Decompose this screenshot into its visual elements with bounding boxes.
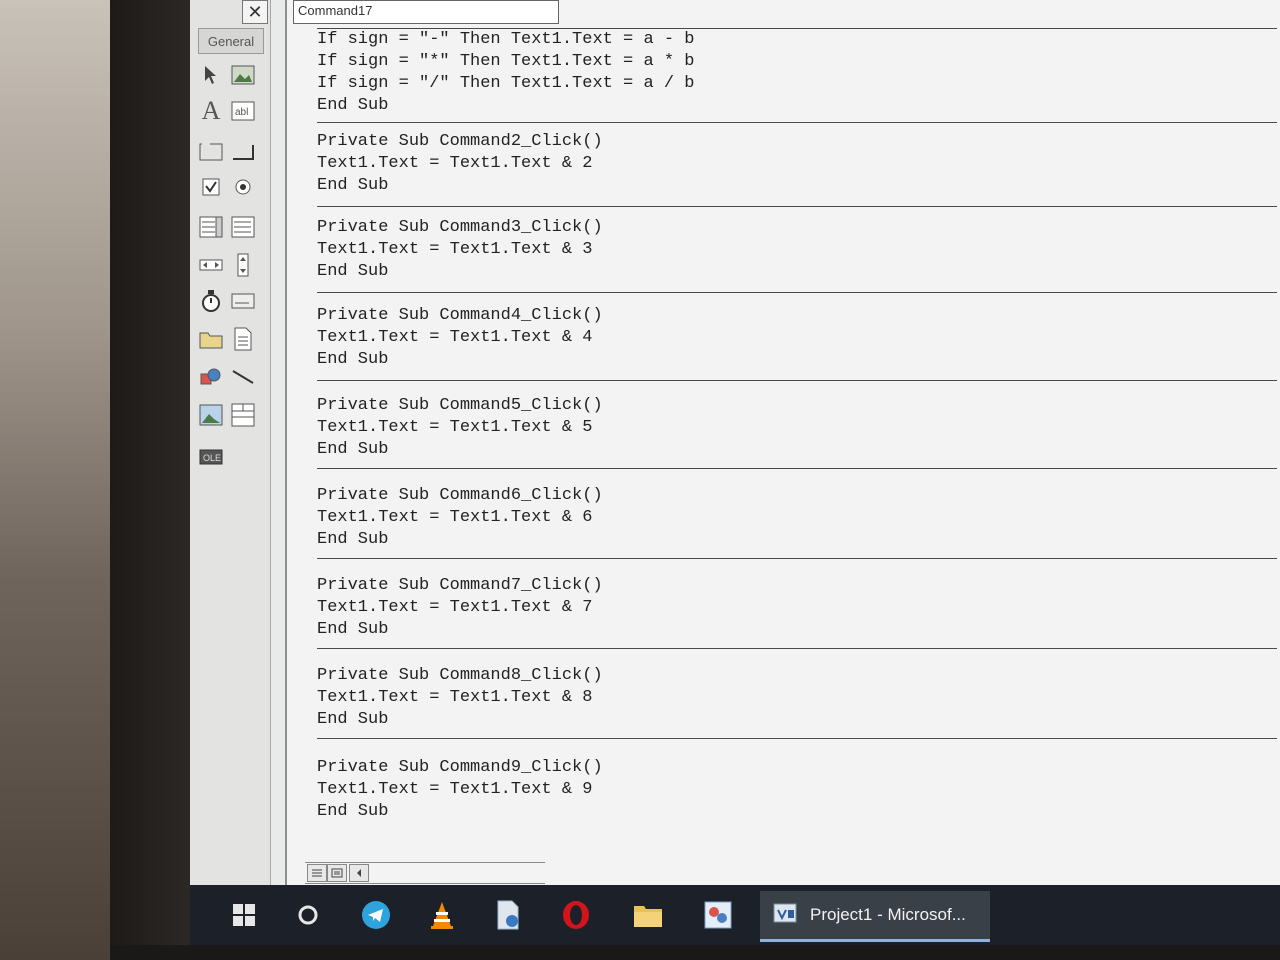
code-line: Private Sub Command6_Click() (317, 486, 603, 505)
procedure-block: Private Sub Command9_Click() Text1.Text … (317, 738, 1277, 823)
procedure-block: Private Sub Command4_Click() Text1.Text … (317, 292, 1277, 371)
monitor-bezel (110, 0, 190, 960)
timer-icon[interactable] (198, 288, 224, 314)
combobox-icon[interactable] (198, 214, 224, 240)
code-line: Private Sub Command9_Click() (317, 758, 603, 777)
drivelistbox-icon[interactable] (230, 288, 256, 314)
windows-start-icon[interactable] (228, 899, 260, 931)
code-line: Private Sub Command7_Click() (317, 576, 603, 595)
filelistbox-icon[interactable] (230, 326, 256, 352)
vscrollbar-icon[interactable] (230, 252, 256, 278)
toolbox-close-button[interactable]: ✕ (242, 0, 268, 24)
toolbox-tab-general[interactable]: General (198, 28, 264, 54)
code-line: Private Sub Command4_Click() (317, 306, 603, 325)
picturebox-icon[interactable] (230, 62, 256, 88)
procedure-block: Private Sub Command6_Click() Text1.Text … (317, 468, 1277, 551)
photo-background (0, 0, 110, 960)
checkbox-icon[interactable] (198, 174, 224, 200)
code-editor[interactable]: Command17 If sign = "-" Then Text1.Text … (285, 0, 1280, 885)
taskbar-active-app-label: Project1 - Microsof... (810, 905, 966, 924)
taskbar-project1-button[interactable]: Project1 - Microsof... (760, 891, 990, 942)
code-line: End Sub (317, 710, 389, 729)
object-combo[interactable]: Command17 (293, 0, 559, 24)
data-icon[interactable] (230, 402, 256, 428)
code-line: Private Sub Command3_Click() (317, 218, 603, 237)
procedure-view-button[interactable] (307, 864, 327, 882)
vlc-icon[interactable] (426, 899, 458, 931)
textbox-icon[interactable]: abl (230, 98, 256, 124)
code-line: Text1.Text = Text1.Text & 5 (317, 418, 593, 437)
procedure-block: Private Sub Command8_Click() Text1.Text … (317, 648, 1277, 731)
procedure-block: If sign = "-" Then Text1.Text = a - b If… (317, 28, 1277, 117)
code-line: Text1.Text = Text1.Text & 4 (317, 328, 593, 347)
code-line: End Sub (317, 802, 389, 821)
procedure-block: Private Sub Command2_Click() Text1.Text … (317, 122, 1277, 197)
cortana-icon[interactable] (292, 899, 324, 931)
code-line: Private Sub Command2_Click() (317, 132, 603, 151)
commandbutton-icon[interactable] (230, 138, 256, 164)
code-line: End Sub (317, 620, 389, 639)
telegram-icon[interactable] (360, 899, 392, 931)
code-line: End Sub (317, 530, 389, 549)
svg-text:abl: abl (235, 107, 248, 118)
shape-icon[interactable] (198, 364, 224, 390)
procedure-block: Private Sub Command5_Click() Text1.Text … (317, 380, 1277, 461)
label-icon[interactable]: A (198, 96, 224, 125)
ole-icon[interactable]: OLE (198, 444, 224, 470)
code-line: Text1.Text = Text1.Text & 7 (317, 598, 593, 617)
code-line: Text1.Text = Text1.Text & 6 (317, 508, 593, 527)
code-line: If sign = "/" Then Text1.Text = a / b (317, 74, 695, 93)
code-line: End Sub (317, 176, 389, 195)
svg-text:OLE: OLE (203, 453, 221, 463)
code-line: Text1.Text = Text1.Text & 3 (317, 240, 593, 259)
close-icon: ✕ (247, 1, 263, 22)
procedure-block: Private Sub Command3_Click() Text1.Text … (317, 206, 1277, 283)
code-line: Private Sub Command8_Click() (317, 666, 603, 685)
code-line: If sign = "*" Then Text1.Text = a * b (317, 52, 695, 71)
file-explorer-icon[interactable] (632, 899, 664, 931)
screen: ✕ General A abl OLE Command17 If sign = … (190, 0, 1280, 945)
code-line: End Sub (317, 96, 389, 115)
dirlistbox-icon[interactable] (198, 326, 224, 352)
code-line: End Sub (317, 262, 389, 281)
code-line: End Sub (317, 350, 389, 369)
opera-icon[interactable] (560, 899, 592, 931)
file-icon[interactable] (492, 899, 524, 931)
toolbox: ✕ General A abl OLE (190, 0, 271, 885)
vb6-app-icon (772, 900, 800, 931)
image-icon[interactable] (198, 402, 224, 428)
paint-icon[interactable] (702, 899, 734, 931)
full-module-view-button[interactable] (327, 864, 347, 882)
code-line: Text1.Text = Text1.Text & 2 (317, 154, 593, 173)
optionbutton-icon[interactable] (230, 174, 256, 200)
scroll-left-icon[interactable] (349, 864, 369, 882)
code-line: Private Sub Command5_Click() (317, 396, 603, 415)
code-line: If sign = "-" Then Text1.Text = a - b (317, 30, 695, 49)
frame-icon[interactable] (198, 138, 224, 164)
hscrollbar-icon[interactable] (198, 252, 224, 278)
code-line: End Sub (317, 440, 389, 459)
line-icon[interactable] (230, 364, 256, 390)
procedure-block: Private Sub Command7_Click() Text1.Text … (317, 558, 1277, 641)
code-line: Text1.Text = Text1.Text & 9 (317, 780, 593, 799)
taskbar: Project1 - Microsof... (190, 885, 1280, 945)
listbox-icon[interactable] (230, 214, 256, 240)
pointer-icon[interactable] (198, 62, 224, 88)
monitor-bezel-bottom (110, 945, 1280, 960)
code-line: Text1.Text = Text1.Text & 8 (317, 688, 593, 707)
